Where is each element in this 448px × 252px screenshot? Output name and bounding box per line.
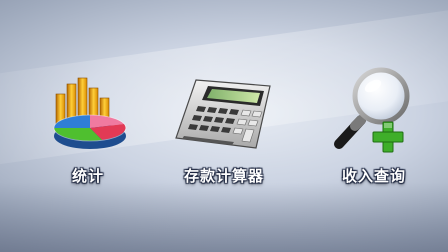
menu-item-income-query[interactable]: 收入查询 (318, 67, 430, 186)
menu-item-deposit-calculator-label: 存款计算器 (183, 167, 264, 185)
calculator-icon (175, 79, 271, 149)
plus-icon (372, 121, 404, 153)
menu-item-statistics[interactable]: 统计 (40, 70, 136, 186)
menu-item-income-query-label: 收入查询 (341, 167, 406, 185)
menu-item-statistics-label: 统计 (71, 167, 104, 185)
statistics-chart-icon (53, 77, 127, 149)
magnifier-plus-icon (334, 67, 410, 153)
background-shade (0, 182, 448, 252)
menu-item-deposit-calculator[interactable]: 存款计算器 (160, 70, 288, 186)
